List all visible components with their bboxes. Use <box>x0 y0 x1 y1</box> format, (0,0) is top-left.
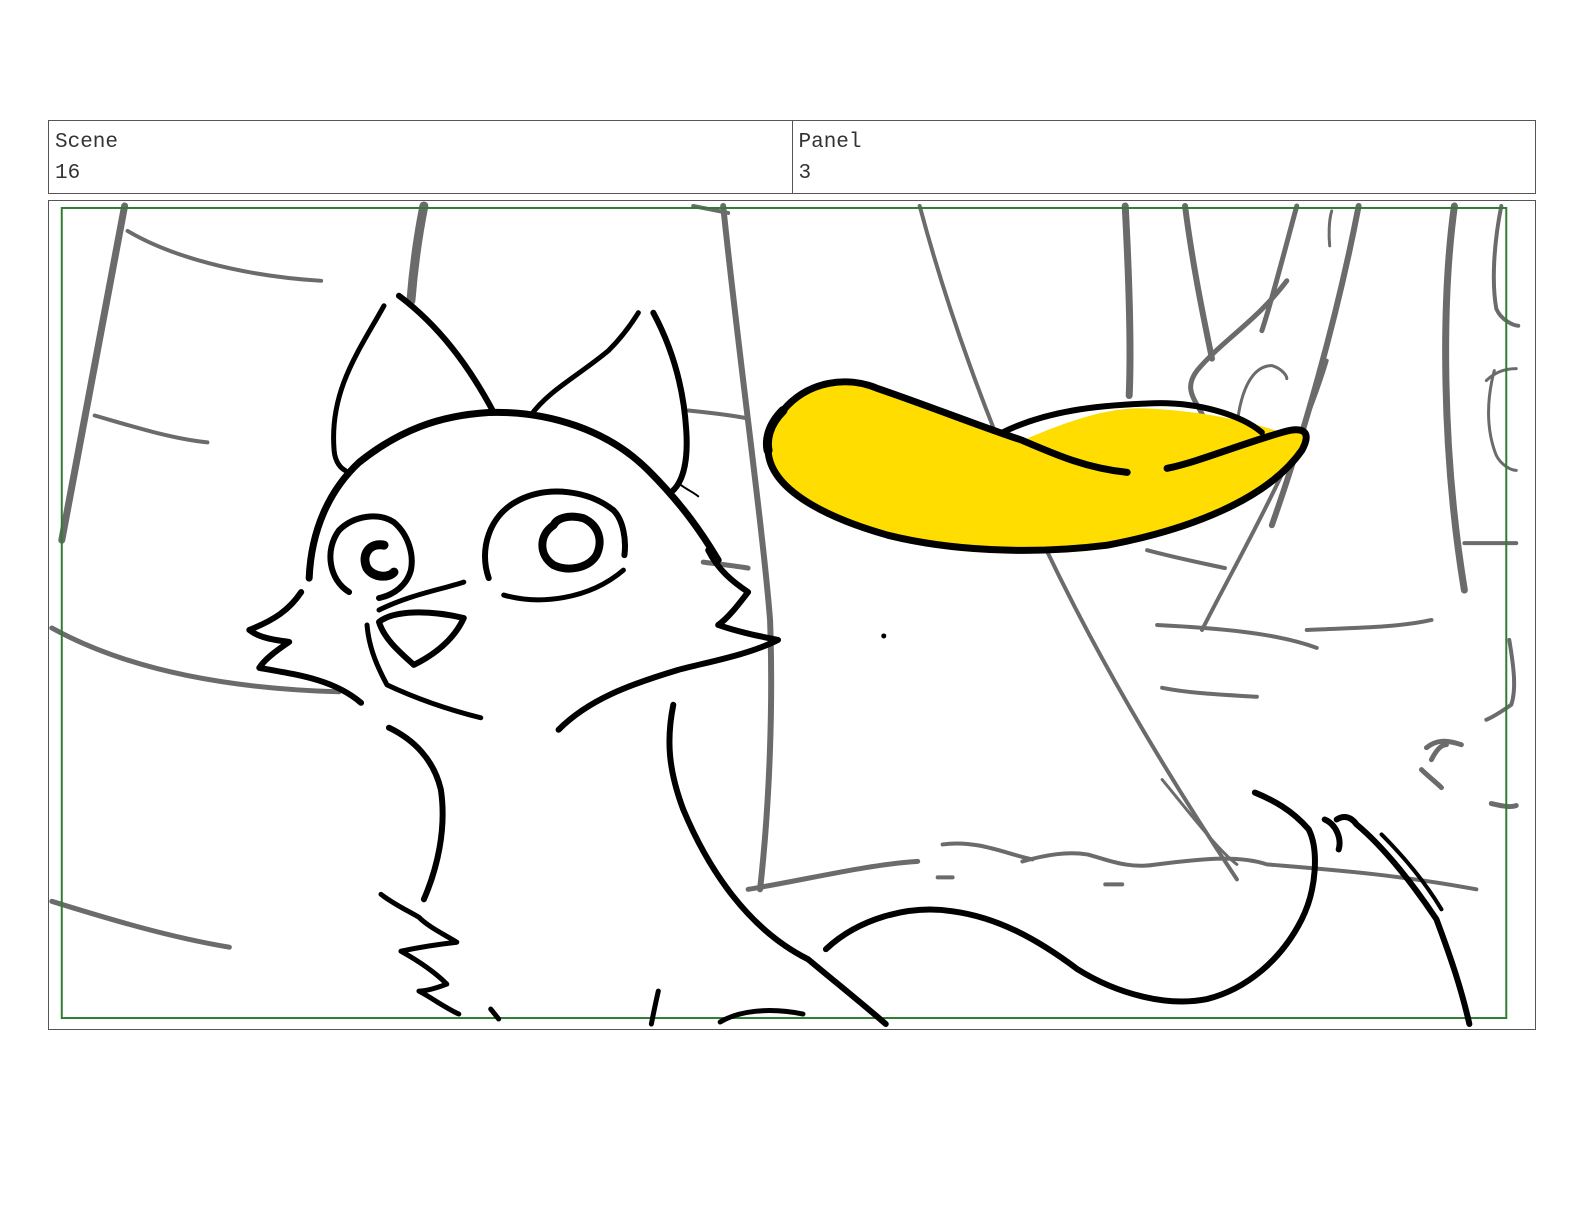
storyboard-panel <box>48 200 1536 1030</box>
scene-label: Scene <box>55 131 119 154</box>
scene-number: 16 <box>55 162 81 185</box>
panel-number: 3 <box>798 162 812 185</box>
panel-label: Panel <box>798 131 862 154</box>
scene-panel-header: Scene 16 Panel 3 <box>48 120 1536 194</box>
panel-sketch <box>49 201 1521 1028</box>
scene-cell: Scene 16 <box>49 121 792 193</box>
forest-background-lines <box>49 201 1521 950</box>
panel-cell: Panel 3 <box>791 121 1536 193</box>
leaf-shape <box>762 378 1310 554</box>
